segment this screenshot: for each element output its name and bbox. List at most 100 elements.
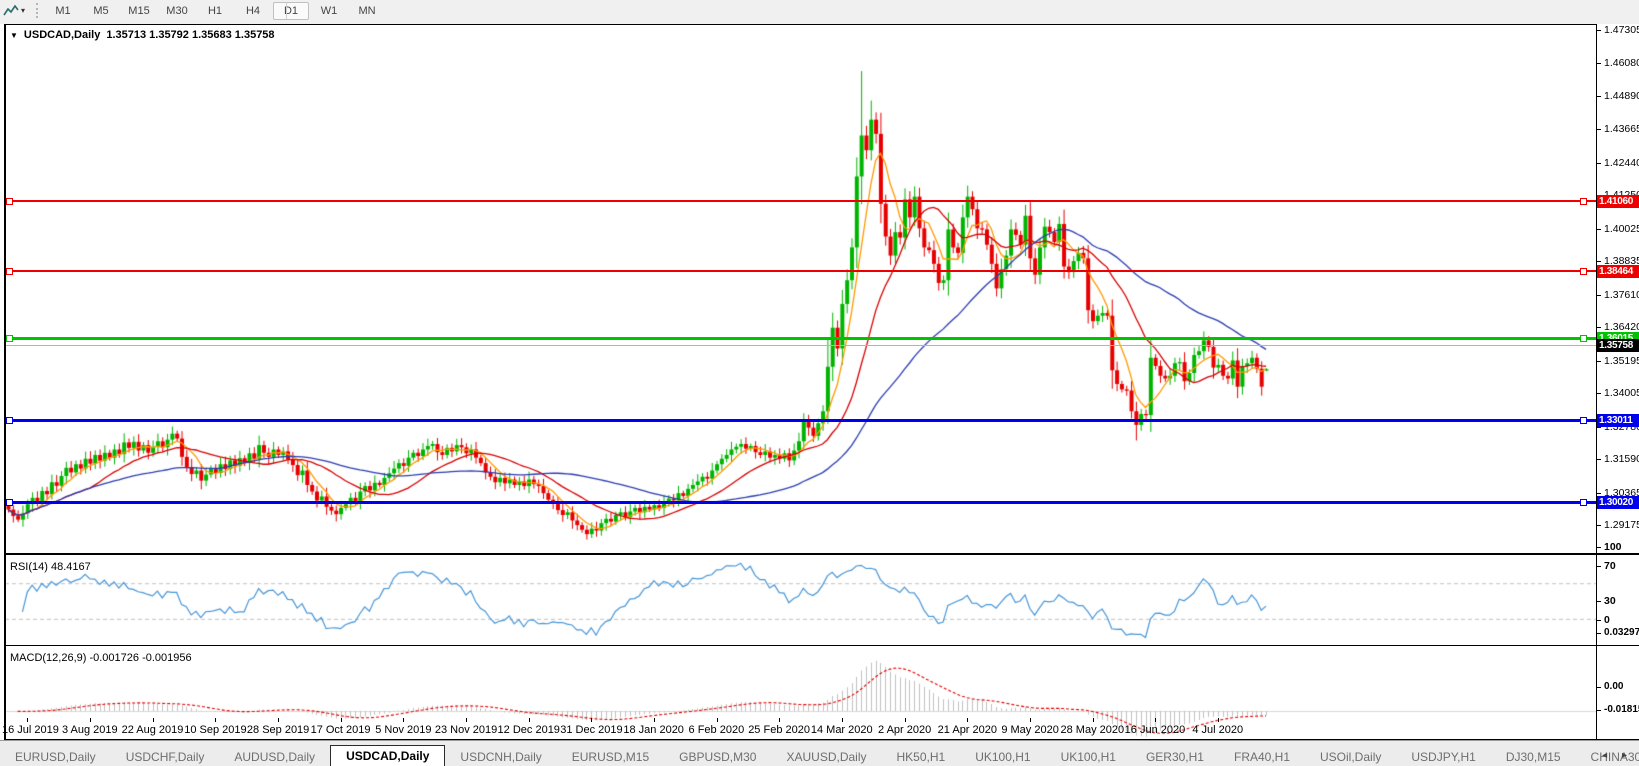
- timeframe-button-m1[interactable]: M1: [45, 2, 81, 20]
- price-tick-mark: [1597, 261, 1601, 262]
- date-axis-label: 23 Nov 2019: [435, 724, 497, 736]
- price-tick-mark: [1597, 327, 1601, 328]
- price-tick-mark: [1597, 129, 1601, 130]
- symbol-tab-hk50-h1[interactable]: HK50,H1: [882, 748, 961, 766]
- date-axis-label: 14 Mar 2020: [811, 724, 873, 736]
- price-tick-label: 1.29175: [1604, 519, 1638, 531]
- price-tick-label: 1.40025: [1604, 223, 1638, 235]
- rsi-macd-separator[interactable]: [4, 645, 1639, 646]
- symbol-tab-uk100-h1[interactable]: UK100,H1: [1046, 748, 1131, 766]
- price-tick-label: 1.46080: [1604, 57, 1638, 69]
- level-drag-handle[interactable]: [6, 335, 13, 342]
- collapse-triangle-icon[interactable]: ▼: [10, 31, 18, 40]
- symbol-tab-gbpusd-m30[interactable]: GBPUSD,M30: [664, 748, 771, 766]
- symbol-tab-usdchf-daily[interactable]: USDCHF,Daily: [111, 748, 220, 766]
- date-axis-label: 2 Apr 2020: [878, 724, 931, 736]
- horizontal-level-line[interactable]: [5, 337, 1596, 340]
- symbol-tab-bar: EURUSD,DailyUSDCHF,DailyAUDUSD,DailyUSDC…: [0, 740, 1639, 766]
- macd-tick-label: 0.00: [1604, 681, 1638, 693]
- symbol-tab-xauusd-daily[interactable]: XAUUSD,Daily: [771, 748, 881, 766]
- ohlc-values: 1.35713 1.35792 1.35683 1.35758: [106, 29, 274, 41]
- symbol-tab-uk100-h1[interactable]: UK100,H1: [960, 748, 1045, 766]
- level-drag-handle[interactable]: [6, 268, 13, 275]
- date-tick-mark: [1093, 718, 1094, 722]
- symbol-tab-fra40-h1[interactable]: FRA40,H1: [1219, 748, 1305, 766]
- level-drag-handle[interactable]: [1580, 268, 1587, 275]
- level-drag-handle[interactable]: [6, 198, 13, 205]
- symbol-tab-audusd-daily[interactable]: AUDUSD,Daily: [219, 748, 330, 766]
- level-drag-handle[interactable]: [6, 499, 13, 506]
- date-tick-mark: [905, 718, 906, 722]
- chart-window: 1.473051.460801.448901.436651.424401.412…: [0, 24, 1639, 740]
- symbol-tab-usdjpy-h1[interactable]: USDJPY,H1: [1396, 748, 1490, 766]
- date-tick-mark: [153, 718, 154, 722]
- horizontal-level-line[interactable]: [5, 419, 1596, 422]
- rsi-tick-label: 70: [1604, 560, 1638, 572]
- timeframe-button-m5[interactable]: M5: [83, 2, 119, 20]
- price-tick-label: 1.44890: [1604, 90, 1638, 102]
- price-tick-mark: [1597, 30, 1601, 31]
- price-tick-label: 1.42440: [1604, 157, 1638, 169]
- price-tick-mark: [1597, 229, 1601, 230]
- horizontal-level-line[interactable]: [5, 501, 1596, 504]
- horizontal-level-line[interactable]: [5, 270, 1596, 272]
- timeframe-button-m15[interactable]: M15: [121, 2, 157, 20]
- macd-tick-mark: [1597, 633, 1601, 634]
- date-axis-label: 21 Apr 2020: [938, 724, 997, 736]
- timeframe-button-m30[interactable]: M30: [159, 2, 195, 20]
- level-drag-handle[interactable]: [1580, 499, 1587, 506]
- rsi-panel-canvas[interactable]: [5, 555, 1596, 646]
- date-axis-label: 3 Aug 2019: [62, 724, 118, 736]
- symbol-tab-eurusd-daily[interactable]: EURUSD,Daily: [0, 748, 111, 766]
- price-axis-separator[interactable]: [1596, 24, 1597, 739]
- price-tick-mark: [1597, 163, 1601, 164]
- price-tick-mark: [1597, 63, 1601, 64]
- zigzag-chart-icon: [3, 4, 19, 18]
- symbol-tab-usdcad-daily[interactable]: USDCAD,Daily: [330, 745, 445, 766]
- date-tick-mark: [842, 718, 843, 722]
- macd-tick-mark: [1597, 687, 1601, 688]
- rsi-tick-label: 0: [1604, 614, 1638, 626]
- symbol-tab-eurusd-m15[interactable]: EURUSD,M15: [557, 748, 664, 766]
- line-studies-icon[interactable]: ▾: [3, 2, 33, 20]
- date-axis-label: 9 May 2020: [1001, 724, 1058, 736]
- date-axis-label: 6 Feb 2020: [689, 724, 745, 736]
- chevron-down-icon: ▾: [21, 2, 25, 20]
- date-tick-mark: [90, 718, 91, 722]
- date-axis-label: 5 Nov 2019: [375, 724, 431, 736]
- date-axis-label: 16 Jul 2019: [2, 724, 59, 736]
- level-drag-handle[interactable]: [1580, 335, 1587, 342]
- price-tick-label: 1.34005: [1604, 387, 1638, 399]
- timeframe-button-d1[interactable]: D1: [273, 2, 309, 20]
- timeframe-button-h4[interactable]: H4: [235, 2, 271, 20]
- symbol-tab-dj30-m15[interactable]: DJ30,M15: [1491, 748, 1576, 766]
- date-tick-mark: [529, 718, 530, 722]
- toolbar-grip: [36, 3, 38, 18]
- price-tick-mark: [1597, 459, 1601, 460]
- symbol-title: USDCAD,Daily: [24, 29, 100, 41]
- level-drag-handle[interactable]: [1580, 417, 1587, 424]
- timeframe-button-mn[interactable]: MN: [349, 2, 385, 20]
- symbol-tab-usdcnh-daily[interactable]: USDCNH,Daily: [445, 748, 556, 766]
- timeframe-button-w1[interactable]: W1: [311, 2, 347, 20]
- date-tick-mark: [27, 718, 28, 722]
- horizontal-level-line[interactable]: [5, 200, 1596, 202]
- date-axis-label: 22 Aug 2019: [122, 724, 184, 736]
- main-chart-canvas[interactable]: [5, 48, 1596, 553]
- date-axis-label: 25 Feb 2020: [748, 724, 810, 736]
- level-price-label: 1.38464: [1597, 265, 1639, 278]
- mt4-application: ▾ M1M5M15M30H1H4D1W1MN 1.473051.460801.4…: [0, 0, 1639, 766]
- symbol-tab-ger30-h1[interactable]: GER30,H1: [1131, 748, 1219, 766]
- current-price-line: [5, 345, 1596, 346]
- timeframe-button-h1[interactable]: H1: [197, 2, 233, 20]
- level-drag-handle[interactable]: [6, 417, 13, 424]
- price-tick-label: 1.37610: [1604, 289, 1638, 301]
- date-tick-mark: [341, 718, 342, 722]
- rsi-label: RSI(14) 48.4167: [10, 561, 91, 573]
- main-rsi-separator[interactable]: [4, 553, 1639, 555]
- rsi-tick-label: 30: [1604, 595, 1638, 607]
- symbol-tab-usoil-daily[interactable]: USOil,Daily: [1305, 748, 1396, 766]
- date-tick-mark: [1155, 718, 1156, 722]
- level-drag-handle[interactable]: [1580, 198, 1587, 205]
- tab-scroll-arrows[interactable]: ◂ ▸: [1602, 750, 1633, 761]
